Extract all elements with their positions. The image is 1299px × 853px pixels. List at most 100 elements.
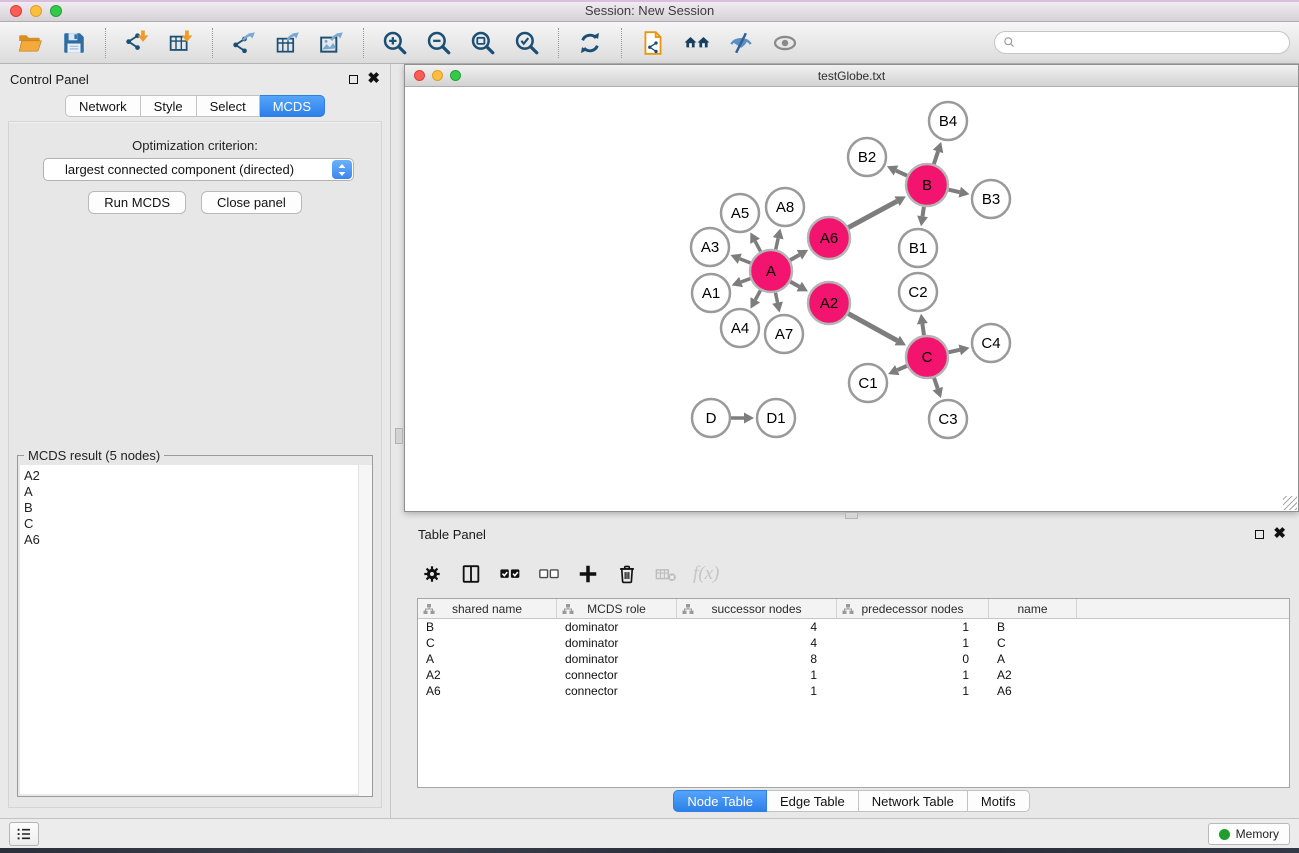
cell-successor-nodes[interactable]: 1	[677, 668, 837, 682]
edge-A6-B[interactable]	[848, 201, 897, 227]
tab-network[interactable]: Network	[65, 95, 141, 117]
column-header-shared-name[interactable]: shared name	[418, 599, 557, 618]
cell-name[interactable]: B	[989, 620, 1077, 634]
edge-A-A5[interactable]	[755, 241, 761, 251]
table-settings-gear-icon[interactable]	[420, 562, 444, 586]
zoom-in-icon[interactable]	[379, 27, 411, 59]
cell-name[interactable]: C	[989, 636, 1077, 650]
criterion-dropdown[interactable]: largest connected component (directed)	[43, 158, 354, 181]
result-list-scrollbar[interactable]	[358, 465, 372, 796]
cell-predecessor-nodes[interactable]: 1	[837, 668, 989, 682]
edge-C-C3[interactable]	[934, 378, 938, 389]
edge-B-B2[interactable]	[896, 171, 907, 176]
task-history-button[interactable]	[9, 822, 39, 846]
search-input[interactable]	[1017, 34, 1289, 52]
table-row[interactable]: Bdominator41B	[418, 619, 1289, 635]
mcds-result-item[interactable]: A6	[20, 532, 370, 548]
memory-button[interactable]: Memory	[1208, 823, 1290, 845]
cell-MCDS-role[interactable]: connector	[557, 684, 677, 698]
cell-shared-name[interactable]: A6	[418, 684, 557, 698]
tab-select[interactable]: Select	[197, 95, 260, 117]
column-header-MCDS-role[interactable]: MCDS role	[557, 599, 677, 618]
mcds-result-item[interactable]: A2	[20, 468, 370, 484]
show-graphics-details-icon[interactable]	[769, 27, 801, 59]
hide-graphics-details-icon[interactable]	[725, 27, 757, 59]
run-mcds-button[interactable]: Run MCDS	[88, 191, 186, 214]
deselect-all-rows-icon[interactable]	[537, 562, 561, 586]
edge-B-B1[interactable]	[923, 207, 924, 217]
add-column-icon[interactable]	[576, 562, 600, 586]
import-network-icon[interactable]	[121, 27, 153, 59]
cell-name[interactable]: A	[989, 652, 1077, 666]
table-row[interactable]: A2connector11A2	[418, 667, 1289, 683]
cell-MCDS-role[interactable]: connector	[557, 668, 677, 682]
edge-B-B3[interactable]	[948, 190, 959, 192]
edge-C-C1[interactable]	[897, 366, 907, 370]
column-selector-icon[interactable]	[459, 562, 483, 586]
column-header-predecessor-nodes[interactable]: predecessor nodes	[837, 599, 989, 618]
zoom-fit-icon[interactable]	[467, 27, 499, 59]
cell-successor-nodes[interactable]: 4	[677, 620, 837, 634]
cell-predecessor-nodes[interactable]: 1	[837, 636, 989, 650]
float-panel-icon[interactable]	[349, 75, 358, 84]
edge-A2-C[interactable]	[848, 314, 897, 341]
cell-shared-name[interactable]: B	[418, 620, 557, 634]
edge-C-C2[interactable]	[922, 324, 924, 336]
window-resize-grip[interactable]	[1283, 496, 1297, 510]
ndex-home-icon[interactable]	[681, 27, 713, 59]
cell-shared-name[interactable]: C	[418, 636, 557, 650]
mcds-result-list[interactable]: A2ABCA6	[20, 465, 370, 794]
tab-style[interactable]: Style	[141, 95, 197, 117]
delete-column-icon[interactable]	[615, 562, 639, 586]
cell-name[interactable]: A6	[989, 684, 1077, 698]
edge-A-A4[interactable]	[755, 290, 760, 300]
tab-node-table[interactable]: Node Table	[673, 790, 767, 812]
horizontal-splitter-handle[interactable]	[845, 512, 858, 519]
network-window-titlebar[interactable]: testGlobe.txt	[405, 65, 1298, 87]
cell-MCDS-role[interactable]: dominator	[557, 620, 677, 634]
cell-shared-name[interactable]: A	[418, 652, 557, 666]
cell-successor-nodes[interactable]: 8	[677, 652, 837, 666]
tab-network-table[interactable]: Network Table	[859, 790, 968, 812]
vertical-splitter-handle[interactable]	[395, 428, 403, 444]
edge-A-A8[interactable]	[776, 238, 778, 249]
column-header-name[interactable]: name	[989, 599, 1077, 618]
table-row[interactable]: A6connector11A6	[418, 683, 1289, 699]
edge-A-A7[interactable]	[775, 293, 777, 303]
close-panel-icon[interactable]: ✖	[367, 74, 380, 84]
network-canvas[interactable]: AA1A2A3A4A5A6A7A8BB1B2B3B4CC1C2C3C4DD1	[405, 87, 1298, 511]
edge-A-A2[interactable]	[790, 282, 799, 287]
cell-predecessor-nodes[interactable]: 1	[837, 620, 989, 634]
cell-MCDS-role[interactable]: dominator	[557, 636, 677, 650]
zoom-selected-icon[interactable]	[511, 27, 543, 59]
edge-A-A3[interactable]	[740, 259, 751, 263]
export-table-icon[interactable]	[272, 27, 304, 59]
table-row[interactable]: Adominator80A	[418, 651, 1289, 667]
tab-mcds[interactable]: MCDS	[260, 95, 325, 117]
open-session-icon[interactable]	[14, 27, 46, 59]
edge-B-B4[interactable]	[934, 151, 938, 164]
float-table-panel-icon[interactable]	[1255, 530, 1264, 539]
import-table-icon[interactable]	[165, 27, 197, 59]
mcds-result-item[interactable]: B	[20, 500, 370, 516]
mcds-result-item[interactable]: A	[20, 484, 370, 500]
cell-name[interactable]: A2	[989, 668, 1077, 682]
zoom-out-icon[interactable]	[423, 27, 455, 59]
cell-shared-name[interactable]: A2	[418, 668, 557, 682]
table-row[interactable]: Cdominator41C	[418, 635, 1289, 651]
apply-layout-icon[interactable]	[574, 27, 606, 59]
cell-predecessor-nodes[interactable]: 0	[837, 652, 989, 666]
column-header-successor-nodes[interactable]: successor nodes	[677, 599, 837, 618]
edge-A-A6[interactable]	[790, 255, 799, 260]
export-image-icon[interactable]	[316, 27, 348, 59]
select-all-rows-icon[interactable]	[498, 562, 522, 586]
mcds-result-item[interactable]: C	[20, 516, 370, 532]
cell-successor-nodes[interactable]: 1	[677, 684, 837, 698]
cell-MCDS-role[interactable]: dominator	[557, 652, 677, 666]
tab-edge-table[interactable]: Edge Table	[767, 790, 859, 812]
save-session-icon[interactable]	[58, 27, 90, 59]
export-network-icon[interactable]	[228, 27, 260, 59]
cell-predecessor-nodes[interactable]: 1	[837, 684, 989, 698]
search-field[interactable]	[994, 31, 1290, 54]
close-panel-button[interactable]: Close panel	[201, 191, 302, 214]
